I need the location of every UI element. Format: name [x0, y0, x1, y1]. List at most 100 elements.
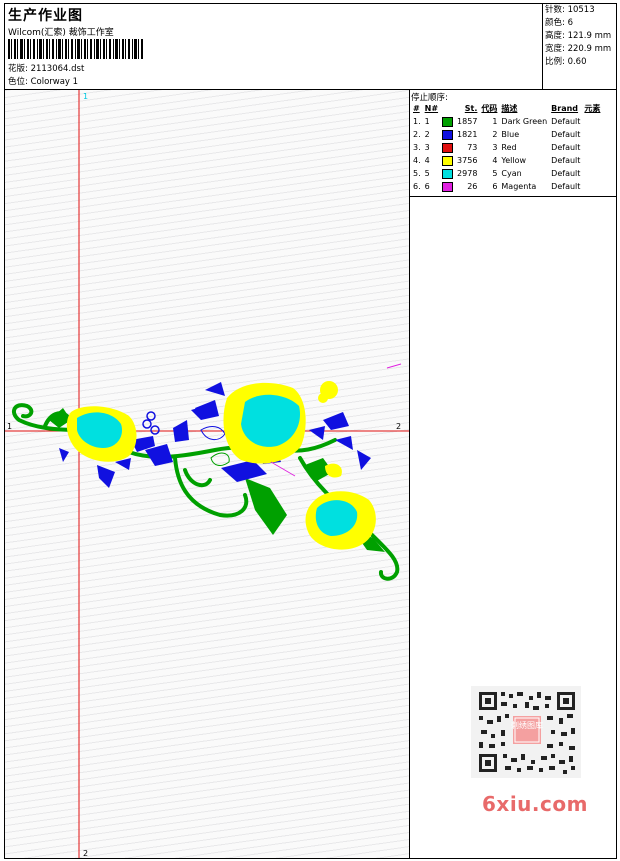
row-element [582, 115, 602, 128]
magenta-mark-2 [270, 461, 296, 477]
col-desc: 描述 [501, 104, 518, 113]
flower-bud-top [318, 381, 338, 403]
table-row: 3. 3 73 3 Red Default [411, 141, 602, 154]
colorway-label: 色位: [8, 77, 28, 87]
green-leaf-large [245, 478, 287, 535]
row-n: 2 [424, 130, 430, 139]
row-code: 3 [492, 143, 498, 152]
color-swatch-icon [442, 116, 454, 127]
side-panel: 停止顺序: # N# St. 代码 描述 Brand 元素 1. 1 1857 1 Da… [410, 90, 616, 858]
colorway-line: 色位: Colorway 1 [8, 75, 78, 87]
stats-panel: 针数: 10513 颜色: 6 高度: 121.9 mm 宽度: 220.9 m… [542, 4, 617, 89]
row-brand: Default [551, 117, 581, 126]
col-n: N# [424, 104, 439, 113]
flower-right [305, 491, 376, 550]
row-brand: Default [551, 130, 581, 139]
row-desc: Yellow [501, 156, 527, 165]
table-row: 1. 1 1857 1 Dark Green Default [411, 115, 602, 128]
table-row: 5. 5 2978 5 Cyan Default [411, 167, 602, 180]
row-element [582, 141, 602, 154]
row-element [582, 167, 602, 180]
row-n: 5 [424, 169, 430, 178]
row-stitches: 3756 [457, 156, 478, 165]
embroidery-design: 1 2 1 2 [5, 90, 409, 858]
row-color-swatch [440, 154, 455, 167]
row-desc: Magenta [501, 182, 537, 191]
row-code: 4 [492, 156, 498, 165]
brand-watermark: 6xiu.com [482, 792, 588, 816]
magenta-mark [386, 363, 402, 369]
row-element [582, 128, 602, 141]
color-swatch-icon [442, 142, 454, 153]
row-code: 6 [492, 182, 498, 191]
row-brand: Default [551, 143, 581, 152]
row-stitches: 26 [467, 182, 478, 191]
row-code: 2 [492, 130, 498, 139]
row-stitches: 73 [467, 143, 478, 152]
col-stitches: St. [464, 104, 478, 113]
axis-left-label: 1 [7, 422, 12, 431]
flower-left [66, 406, 137, 462]
row-desc: Blue [501, 130, 520, 139]
col-element: 元素 [584, 104, 601, 113]
qr-center-text: 刺绣图库 [511, 720, 543, 730]
row-color-swatch [440, 180, 455, 193]
row-color-swatch [440, 128, 455, 141]
row-index: 2. [413, 130, 421, 139]
row-color-swatch [440, 115, 455, 128]
col-code: 代码 [481, 104, 498, 113]
flower-center [223, 382, 306, 464]
table-row: 2. 2 1821 2 Blue Default [411, 128, 602, 141]
green-outline-leaf [210, 452, 230, 466]
qr-code-icon: 刺绣图库 [471, 686, 581, 778]
stop-sequence-panel: 停止顺序: # N# St. 代码 描述 Brand 元素 1. 1 1857 1 Da… [410, 90, 616, 197]
row-stitches: 2978 [457, 169, 478, 178]
design-width: 宽度: 220.9 mm [545, 44, 612, 54]
row-desc: Red [501, 143, 517, 152]
blue-bud-1 [146, 411, 156, 421]
yellow-petal-right [325, 463, 342, 478]
row-color-swatch [440, 141, 455, 154]
row-desc: Dark Green [501, 117, 548, 126]
row-n: 6 [424, 182, 430, 191]
design-label: 花版: [8, 64, 28, 74]
row-index: 5. [413, 169, 421, 178]
row-brand: Default [551, 169, 581, 178]
row-element [582, 154, 602, 167]
row-n: 3 [424, 143, 430, 152]
col-color [440, 102, 455, 115]
row-index: 6. [413, 182, 421, 191]
row-n: 4 [424, 156, 430, 165]
row-color-swatch [440, 167, 455, 180]
row-stitches: 1857 [457, 117, 478, 126]
row-n: 1 [424, 117, 430, 126]
blue-bud-2 [142, 419, 152, 429]
blue-bud-3 [150, 425, 160, 435]
row-stitches: 1821 [457, 130, 478, 139]
design-height: 高度: 121.9 mm [545, 31, 612, 41]
row-brand: Default [551, 182, 581, 191]
table-header-row: # N# St. 代码 描述 Brand 元素 [411, 102, 602, 115]
table-row: 6. 6 26 6 Magenta Default [411, 180, 602, 193]
header: 生产作业图 Wilcom(汇索) 裁饰工作室 花版: 2113064.dst 色… [5, 4, 616, 90]
row-index: 4. [413, 156, 421, 165]
col-index: # [413, 104, 420, 113]
axis-bottom-label: 2 [83, 849, 88, 858]
design-scale: 比例: 0.60 [545, 57, 587, 67]
stitch-count: 针数: 10513 [545, 5, 595, 15]
col-brand: Brand [551, 104, 579, 113]
color-swatch-icon [442, 129, 454, 140]
axis-top-label: 1 [83, 92, 88, 101]
row-desc: Cyan [501, 169, 522, 178]
table-row: 4. 4 3756 4 Yellow Default [411, 154, 602, 167]
design-name-line: 花版: 2113064.dst [8, 62, 84, 74]
color-swatch-icon [442, 155, 454, 166]
row-element [582, 180, 602, 193]
color-count: 颜色: 6 [545, 18, 573, 28]
barcode-icon [8, 39, 143, 59]
row-index: 1. [413, 117, 421, 126]
blue-outline-leaf [200, 426, 226, 440]
production-worksheet: 生产作业图 Wilcom(汇索) 裁饰工作室 花版: 2113064.dst 色… [4, 3, 617, 859]
color-swatch-icon [442, 181, 454, 192]
design-value: 2113064.dst [30, 64, 85, 74]
